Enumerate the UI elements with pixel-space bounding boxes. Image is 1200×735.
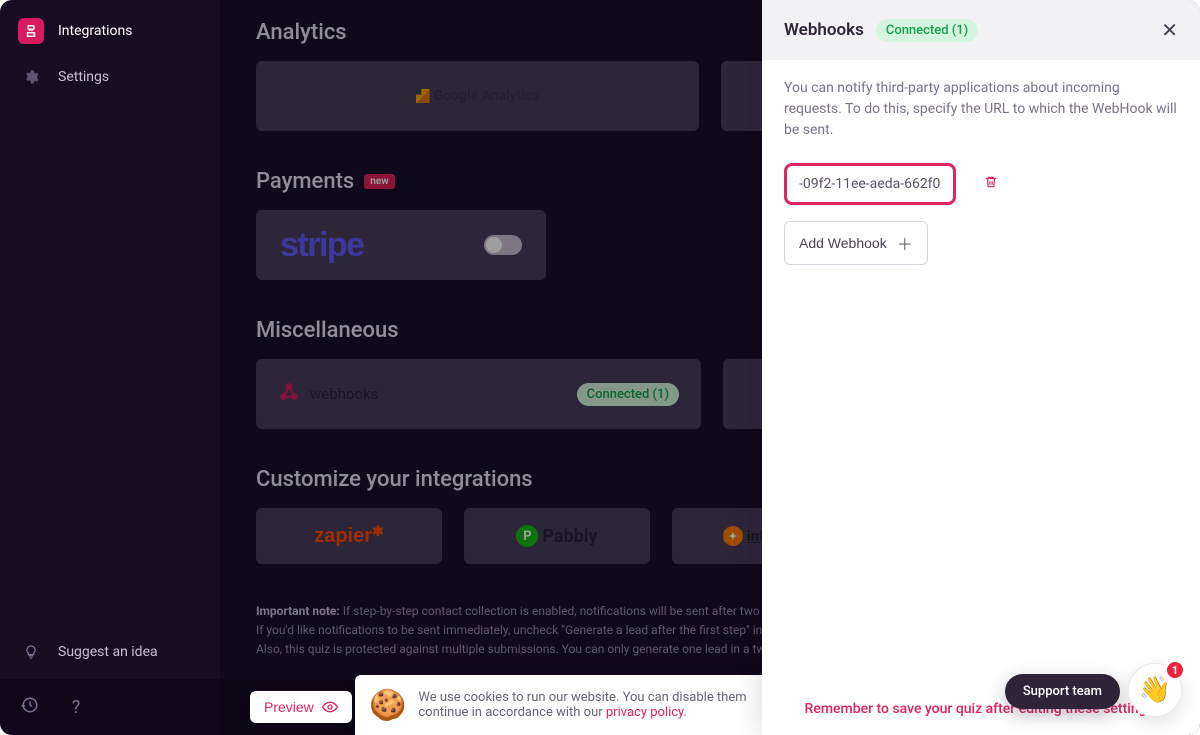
gear-icon <box>18 64 44 90</box>
card-google-analytics[interactable]: Google Analytics <box>256 61 699 131</box>
support-label: Support team <box>1023 684 1102 699</box>
add-webhook-button[interactable]: Add Webhook ＋ <box>784 221 928 265</box>
eye-icon <box>322 699 338 715</box>
plus-icon: ＋ <box>897 231 913 255</box>
card-pabbly[interactable]: P Pabbly <box>464 508 650 564</box>
panel-title: Webhooks <box>784 20 864 40</box>
stripe-toggle[interactable] <box>484 235 522 255</box>
preview-label: Preview <box>264 699 314 715</box>
pabbly-label: Pabbly <box>542 526 597 547</box>
chat-wave-button[interactable]: 👋 1 <box>1128 663 1182 717</box>
delete-webhook-icon[interactable] <box>984 175 998 193</box>
ga-icon <box>416 89 430 103</box>
webhooks-icon <box>278 381 300 408</box>
new-badge: new <box>364 174 394 189</box>
sidebar: Integrations Settings Suggest an idea <box>0 0 220 735</box>
panel-header: Webhooks Connected (1) ✕ <box>762 0 1200 60</box>
webhooks-panel: Webhooks Connected (1) ✕ You can notify … <box>762 0 1200 735</box>
history-icon[interactable] <box>16 696 44 719</box>
integrately-icon: ✦ <box>723 526 743 546</box>
integrations-icon <box>18 18 44 44</box>
close-icon[interactable]: ✕ <box>1161 18 1178 42</box>
preview-button[interactable]: Preview <box>250 691 352 723</box>
sidebar-item-suggest[interactable]: Suggest an idea <box>0 629 220 675</box>
sidebar-label: Settings <box>58 69 109 85</box>
sidebar-item-settings[interactable]: Settings <box>0 54 220 100</box>
cookie-icon: 🍪 <box>369 688 406 723</box>
help-icon[interactable]: ? <box>62 697 90 718</box>
cookie-banner: 🍪 We use cookies to run our website. You… <box>355 675 769 735</box>
cookie-text2: continue in accordance with our <box>418 705 606 720</box>
card-webhooks[interactable]: webhooks Connected (1) <box>256 359 701 429</box>
sidebar-label: Integrations <box>58 23 132 39</box>
webhooks-label: webhooks <box>310 385 378 403</box>
connected-badge: Connected (1) <box>577 383 679 406</box>
panel-connected-badge: Connected (1) <box>876 19 978 42</box>
cookie-text: We use cookies to run our website. You c… <box>418 690 746 705</box>
privacy-link[interactable]: privacy policy <box>606 705 684 720</box>
wave-icon: 👋 <box>1139 675 1171 705</box>
card-stripe[interactable]: stripe <box>256 210 546 280</box>
lightbulb-icon <box>18 639 44 665</box>
add-webhook-label: Add Webhook <box>799 235 887 251</box>
sidebar-item-integrations[interactable]: Integrations <box>0 8 220 54</box>
ga-label: Google Analytics <box>434 88 540 104</box>
webhook-url-input[interactable] <box>784 163 956 205</box>
notification-badge: 1 <box>1165 660 1185 680</box>
support-team-button[interactable]: Support team <box>1005 674 1120 709</box>
panel-description: You can notify third-party applications … <box>784 78 1178 141</box>
payments-label: Payments <box>256 169 354 194</box>
pabbly-icon: P <box>516 525 538 547</box>
card-zapier[interactable]: zapier✱ <box>256 508 442 564</box>
zapier-logo: zapier✱ <box>314 525 384 548</box>
sidebar-label: Suggest an idea <box>58 644 158 660</box>
stripe-logo: stripe <box>280 226 364 265</box>
